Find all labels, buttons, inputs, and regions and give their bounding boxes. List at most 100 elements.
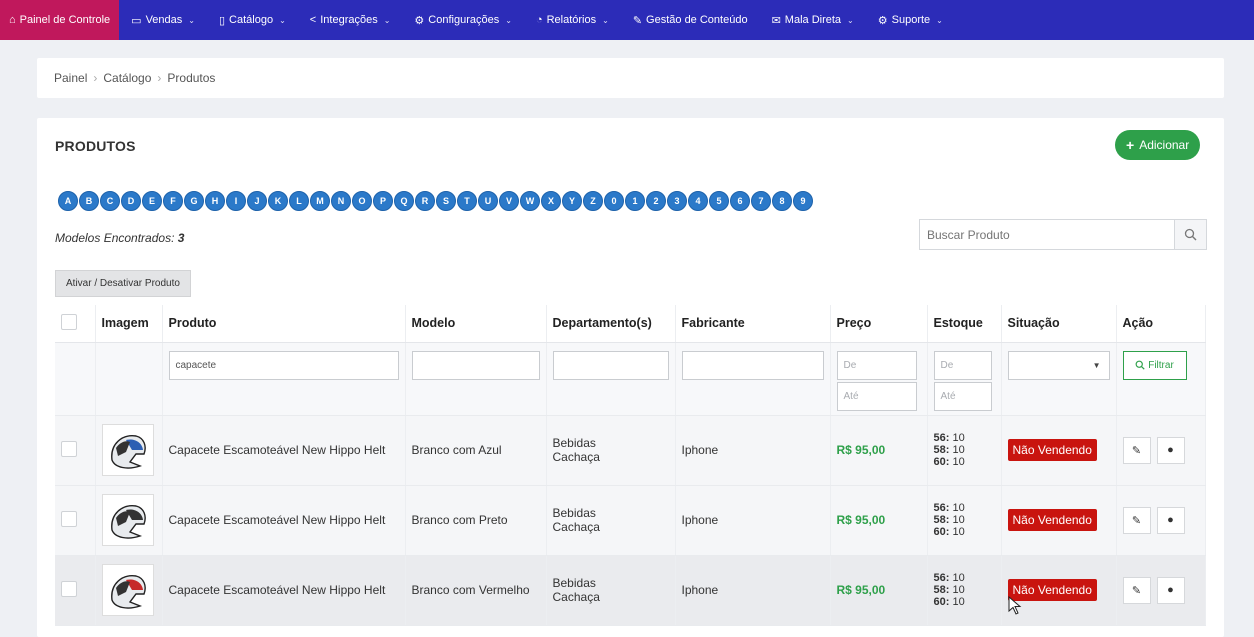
filter-preco-ate-input[interactable]: Até — [836, 381, 917, 411]
letter-button-h[interactable]: H — [205, 191, 225, 211]
search-button[interactable] — [1174, 220, 1206, 249]
nav-item-gestao[interactable]: ✎ Gestão de Conteúdo — [621, 0, 760, 40]
row-checkbox[interactable] — [61, 440, 77, 457]
models-found: Modelos Encontrados: 3 — [55, 231, 184, 245]
letter-button-z[interactable]: Z — [583, 191, 603, 211]
product-name[interactable]: Capacete Escamoteável New Hippo Helt — [162, 415, 406, 486]
models-found-count: 3 — [177, 231, 185, 245]
breadcrumb-produtos: Produtos — [167, 71, 216, 85]
letter-button-s[interactable]: S — [436, 191, 456, 211]
products-panel: PRODUTOS + Adicionar ABCDEFGHIJKLMNOPQRS… — [37, 118, 1224, 637]
nav-item-label: Painel de Controle — [19, 14, 111, 26]
filter-produto-input[interactable]: capacete — [168, 350, 399, 380]
letter-button-r[interactable]: R — [415, 191, 435, 211]
product-manufacturer: Iphone — [675, 555, 831, 626]
filter-button[interactable]: Filtrar — [1122, 350, 1187, 380]
letter-button-c[interactable]: C — [100, 191, 120, 211]
letter-button-q[interactable]: Q — [394, 191, 414, 211]
letter-button-6[interactable]: 6 — [730, 191, 750, 211]
select-all-checkbox[interactable] — [61, 313, 77, 330]
product-model: Branco com Azul — [405, 415, 547, 486]
pencil-icon: ✎ — [1131, 584, 1142, 597]
letter-button-1[interactable]: 1 — [625, 191, 645, 211]
product-model: Branco com Vermelho — [405, 555, 547, 626]
filter-situacao-select[interactable]: ▼ — [1007, 350, 1110, 380]
nav-item-painel[interactable]: ⌂ Painel de Controle — [0, 0, 120, 40]
search-icon — [1184, 228, 1197, 241]
nav-icon: ⌂ — [9, 14, 16, 26]
letter-button-y[interactable]: Y — [562, 191, 582, 211]
letter-button-g[interactable]: G — [184, 191, 204, 211]
letter-button-4[interactable]: 4 — [688, 191, 708, 211]
filter-modelo-input[interactable] — [411, 350, 540, 380]
table-row[interactable]: Capacete Escamoteável New Hippo Helt Bran… — [55, 555, 1206, 626]
letter-button-i[interactable]: I — [226, 191, 246, 211]
letter-button-b[interactable]: B — [79, 191, 99, 211]
edit-button[interactable]: ✎ — [1122, 506, 1151, 534]
letter-button-v[interactable]: V — [499, 191, 519, 211]
letter-button-m[interactable]: M — [310, 191, 330, 211]
status-badge[interactable]: Não Vendendo — [1007, 509, 1097, 531]
caret-down-icon: ▼ — [1092, 360, 1101, 370]
letter-button-x[interactable]: X — [541, 191, 561, 211]
letter-button-7[interactable]: 7 — [751, 191, 771, 211]
nav-item-mala[interactable]: ✉ Mala Direta ⌄ — [760, 0, 866, 40]
breadcrumb-painel[interactable]: Painel — [54, 71, 87, 85]
letter-button-l[interactable]: L — [289, 191, 309, 211]
letter-button-2[interactable]: 2 — [646, 191, 666, 211]
letter-button-0[interactable]: 0 — [604, 191, 624, 211]
letter-button-3[interactable]: 3 — [667, 191, 687, 211]
filter-preco-de-input[interactable]: De — [836, 350, 917, 380]
table-row[interactable]: Capacete Escamoteável New Hippo Helt Bran… — [55, 415, 1206, 486]
letter-button-n[interactable]: N — [331, 191, 351, 211]
top-navbar: ⌂ Painel de Controle ▭ Vendas ⌄ ▯ Catálogo ⌄ < In… — [0, 0, 1254, 40]
nav-item-suporte[interactable]: ⚙ Suporte ⌄ — [866, 0, 955, 40]
stock-qty: 10 — [952, 572, 965, 584]
letter-button-e[interactable]: E — [142, 191, 162, 211]
stock-size: 60: — [933, 526, 950, 538]
letter-button-w[interactable]: W — [520, 191, 540, 211]
breadcrumb-catalogo[interactable]: Catálogo — [103, 71, 151, 85]
nav-item-vendas[interactable]: ▭ Vendas ⌄ — [119, 0, 207, 40]
toggle-product-button[interactable]: Ativar / Desativar Produto — [55, 270, 191, 297]
letter-button-a[interactable]: A — [58, 191, 78, 211]
letter-button-d[interactable]: D — [121, 191, 141, 211]
add-button[interactable]: + Adicionar — [1115, 130, 1201, 160]
edit-button[interactable]: ✎ — [1122, 436, 1151, 464]
view-button[interactable]: ● — [1156, 506, 1185, 534]
filter-departamento-input[interactable] — [552, 350, 669, 380]
product-stock: 56: 10 58: 10 60: 10 — [927, 485, 1002, 556]
letter-button-5[interactable]: 5 — [709, 191, 729, 211]
search-icon — [1135, 360, 1145, 370]
table-row[interactable]: Capacete Escamoteável New Hippo Helt Bran… — [55, 485, 1206, 556]
filter-estoque-de-input[interactable]: De — [933, 350, 992, 380]
stock-qty: 10 — [952, 444, 965, 456]
letter-button-u[interactable]: U — [478, 191, 498, 211]
nav-item-catalogo[interactable]: ▯ Catálogo ⌄ — [207, 0, 298, 40]
department-item: Cachaça — [552, 590, 600, 604]
filter-fabricante-input[interactable] — [681, 350, 824, 380]
row-checkbox[interactable] — [61, 580, 77, 597]
product-name[interactable]: Capacete Escamoteável New Hippo Helt — [162, 555, 406, 626]
letter-button-8[interactable]: 8 — [772, 191, 792, 211]
view-button[interactable]: ● — [1156, 436, 1185, 464]
product-name[interactable]: Capacete Escamoteável New Hippo Helt — [162, 485, 406, 556]
status-badge[interactable]: Não Vendendo — [1007, 439, 1097, 461]
nav-item-configuracoes[interactable]: ⚙ Configurações ⌄ — [402, 0, 524, 40]
letter-button-f[interactable]: F — [163, 191, 183, 211]
letter-button-k[interactable]: K — [268, 191, 288, 211]
letter-button-o[interactable]: O — [352, 191, 372, 211]
edit-button[interactable]: ✎ — [1122, 576, 1151, 604]
breadcrumb: Painel › Catálogo › Produtos — [37, 58, 1224, 98]
row-checkbox[interactable] — [61, 510, 77, 527]
nav-item-relatorios[interactable]: ◔ Relatórios ⌄ — [524, 0, 621, 40]
view-button[interactable]: ● — [1156, 576, 1185, 604]
filter-estoque-ate-input[interactable]: Até — [933, 381, 992, 411]
search-input[interactable] — [920, 220, 1174, 249]
nav-item-integracoes[interactable]: < Integrações ⌄ — [298, 0, 403, 40]
breadcrumb-separator: › — [157, 71, 162, 85]
letter-button-p[interactable]: P — [373, 191, 393, 211]
letter-button-9[interactable]: 9 — [793, 191, 813, 211]
letter-button-t[interactable]: T — [457, 191, 477, 211]
letter-button-j[interactable]: J — [247, 191, 267, 211]
